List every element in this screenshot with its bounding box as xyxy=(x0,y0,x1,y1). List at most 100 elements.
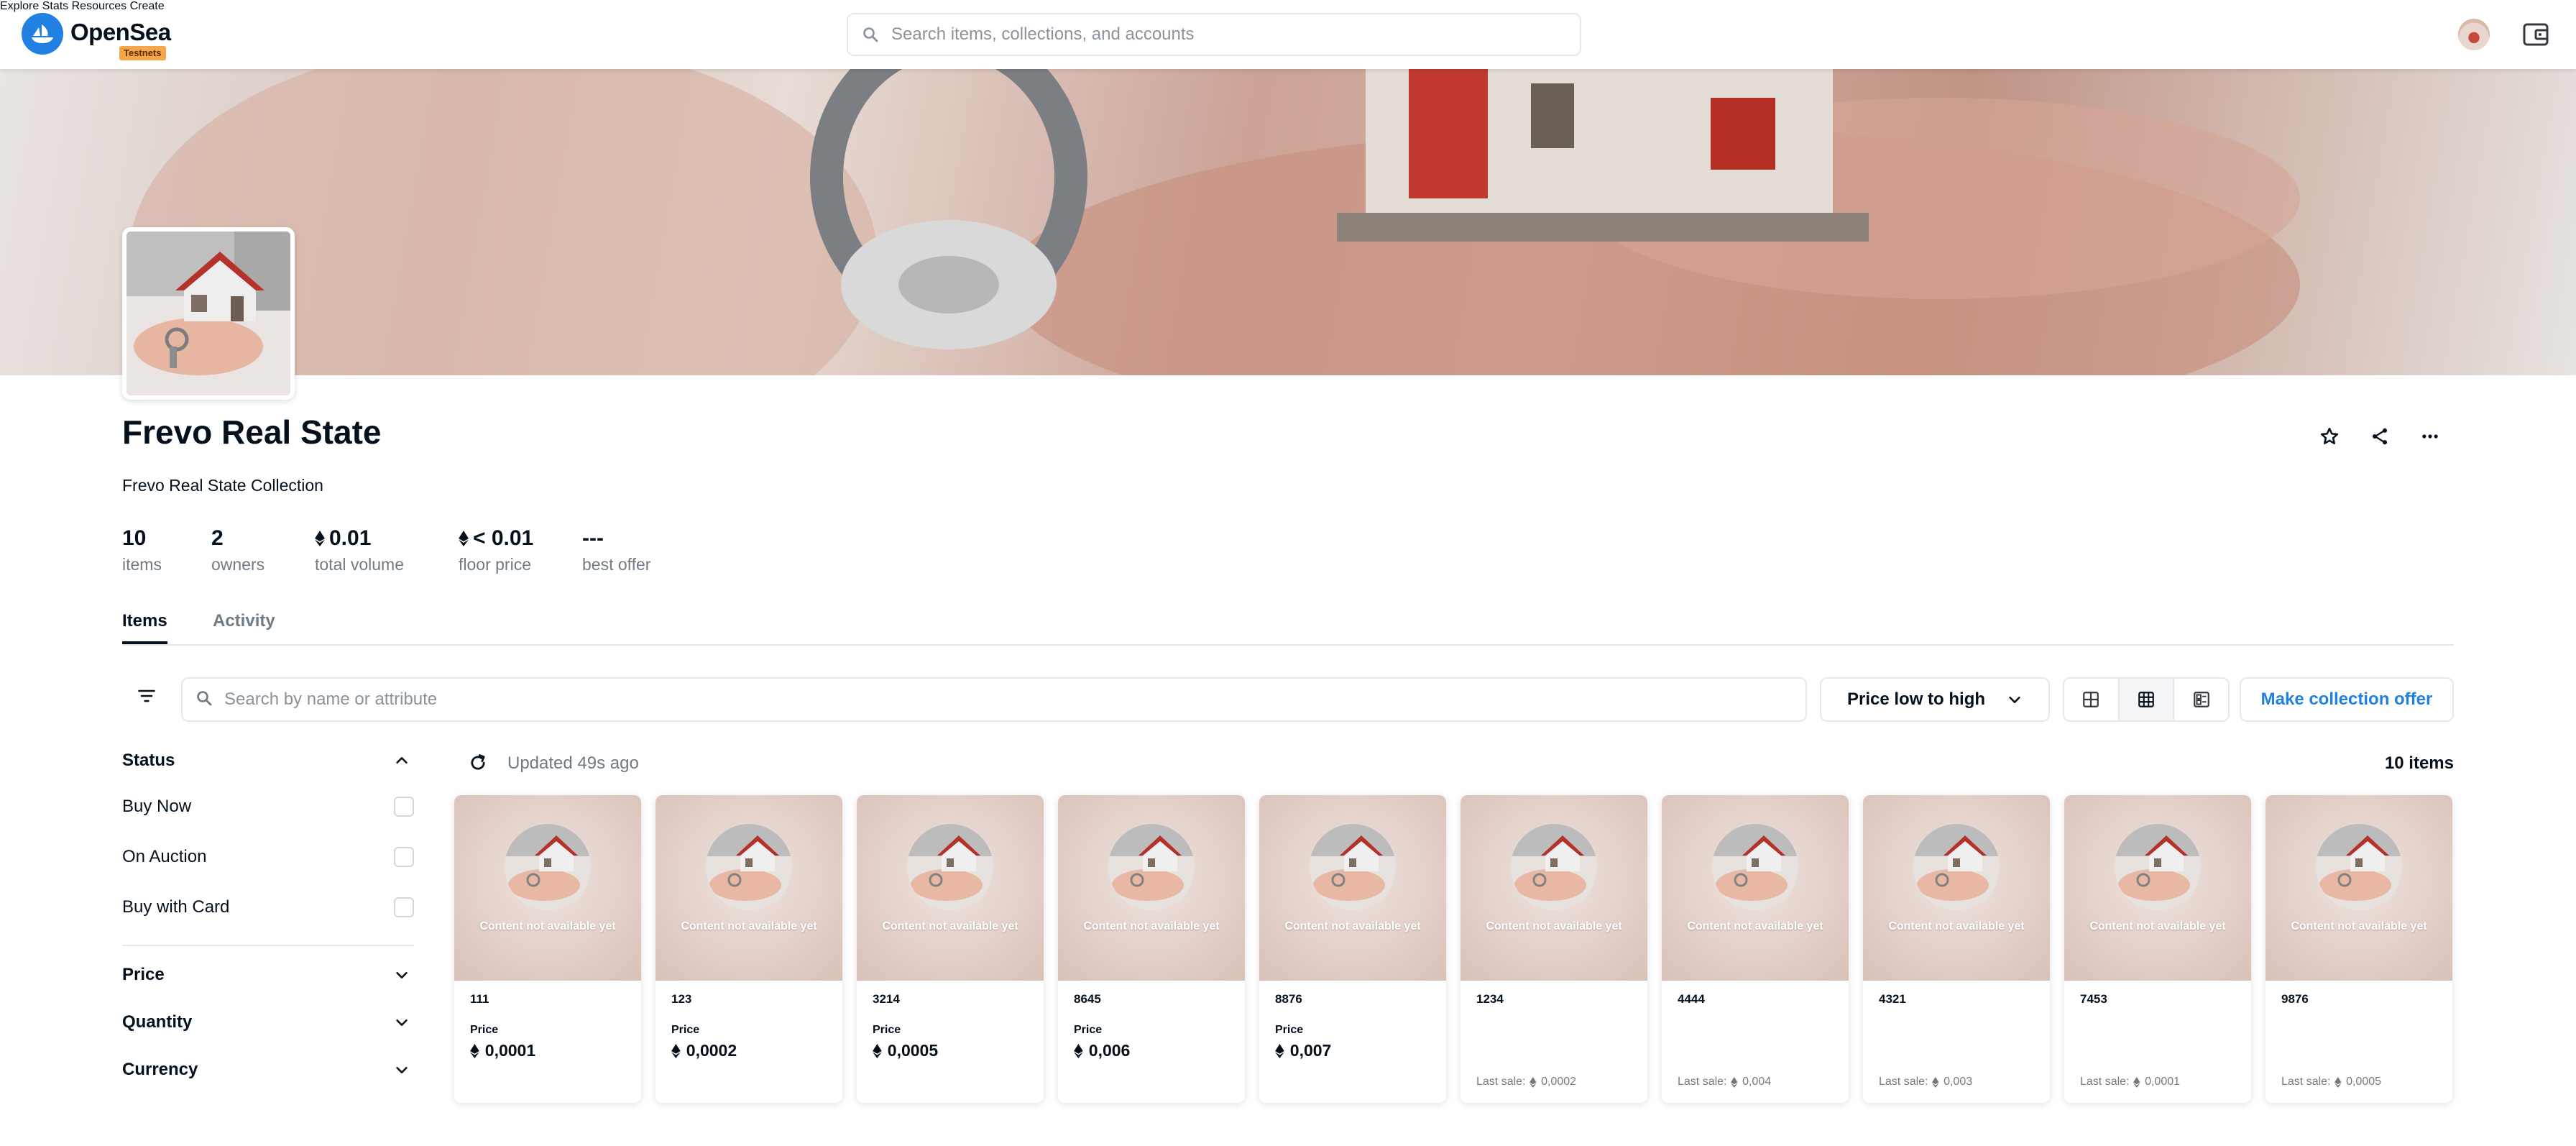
chevron-up-icon xyxy=(396,757,408,764)
search-icon xyxy=(860,24,881,45)
refresh-button[interactable] xyxy=(466,751,490,775)
view-list-button[interactable] xyxy=(2174,679,2228,720)
item-search-input[interactable] xyxy=(223,689,1806,710)
last-sale: Last sale: 0,003 xyxy=(1879,1076,1972,1088)
nft-media[interactable]: Content not available yet xyxy=(2064,795,2251,981)
items-count: 10 items xyxy=(2384,753,2454,773)
stat-label: best offer xyxy=(582,555,651,574)
price-filter-header[interactable]: Price xyxy=(122,965,410,985)
nav-explore[interactable]: Explore xyxy=(0,0,39,12)
nft-name: 4444 xyxy=(1678,992,1705,1006)
main-nav: Explore Stats Resources Create xyxy=(0,0,2576,13)
global-search-bar[interactable] xyxy=(847,13,1581,56)
nft-name: 111 xyxy=(470,992,489,1006)
nft-media[interactable]: Content not available yet xyxy=(454,795,641,981)
item-search-bar[interactable] xyxy=(181,677,1807,722)
last-sale: Last sale: 0,0005 xyxy=(2281,1076,2381,1088)
quantity-filter-header[interactable]: Quantity xyxy=(122,1012,410,1032)
wallet-icon[interactable] xyxy=(2521,20,2550,49)
price-filter-title: Price xyxy=(122,965,165,984)
avatar[interactable] xyxy=(2458,19,2490,50)
last-sale: Last sale: 0,004 xyxy=(1678,1076,1771,1088)
price-label: Price xyxy=(470,1024,499,1036)
share-icon[interactable] xyxy=(2366,423,2393,450)
nft-name: 8876 xyxy=(1275,992,1302,1006)
nft-card[interactable]: Content not available yet 4321 Last sale: 0… xyxy=(1863,795,2050,1103)
nft-card[interactable]: Content not available yet 8645 Price 0,006 xyxy=(1058,795,1245,1103)
view-small-grid-button[interactable] xyxy=(2119,679,2175,720)
nft-thumbnail xyxy=(1913,824,2000,910)
nft-media[interactable]: Content not available yet xyxy=(656,795,842,981)
last-sale-value: 0,004 xyxy=(1742,1076,1772,1088)
nav-resources[interactable]: Resources xyxy=(72,0,126,12)
tab-items[interactable]: Items xyxy=(122,611,167,644)
nft-card[interactable]: Content not available yet 8876 Price 0,007 xyxy=(1259,795,1446,1103)
nft-name: 4321 xyxy=(1879,992,1906,1006)
last-sale: Last sale: 0,0002 xyxy=(1476,1076,1576,1088)
status-filter-header[interactable]: Status xyxy=(122,751,410,771)
eth-icon xyxy=(1932,1076,1940,1088)
nft-card[interactable]: Content not available yet 1234 Last sale: 0… xyxy=(1460,795,1647,1103)
tab-activity[interactable]: Activity xyxy=(213,611,275,641)
nft-media[interactable]: Content not available yet xyxy=(1259,795,1446,981)
eth-icon xyxy=(470,1043,479,1058)
stat-best-offer: --- best offer xyxy=(582,526,650,574)
chevron-down-icon xyxy=(2009,696,2020,703)
status-option-buy-with-card[interactable]: Buy with Card xyxy=(122,897,414,917)
opensea-logo-icon[interactable] xyxy=(22,13,63,55)
testnets-badge: Testnets xyxy=(119,46,166,60)
quantity-filter-title: Quantity xyxy=(122,1012,193,1032)
nft-name: 9876 xyxy=(2281,992,2309,1006)
nft-card[interactable]: Content not available yet 4444 Last sale: 0… xyxy=(1662,795,1849,1103)
nft-media[interactable]: Content not available yet xyxy=(857,795,1044,981)
checkbox[interactable] xyxy=(394,847,414,867)
nav-create[interactable]: Create xyxy=(130,0,165,12)
nft-card[interactable]: Content not available yet 9876 Last sale: 0… xyxy=(2266,795,2452,1103)
stat-owners: 2 owners xyxy=(211,526,264,574)
eth-icon xyxy=(459,531,469,546)
nft-name: 1234 xyxy=(1476,992,1504,1006)
nft-thumbnail xyxy=(706,824,792,910)
stat-label: items xyxy=(122,555,162,574)
checkbox[interactable] xyxy=(394,897,414,917)
sidebar-divider xyxy=(122,945,414,946)
nft-thumbnail xyxy=(2115,824,2201,910)
content-unavailable-label: Content not available yet xyxy=(479,920,616,932)
eth-icon xyxy=(1074,1043,1083,1058)
nft-thumbnail xyxy=(907,824,993,910)
nft-card[interactable]: Content not available yet 111 Price 0,0001 xyxy=(454,795,641,1103)
brand-name[interactable]: OpenSea xyxy=(70,19,171,46)
status-option-buy-now[interactable]: Buy Now xyxy=(122,797,414,817)
nft-media[interactable]: Content not available yet xyxy=(1662,795,1849,981)
sort-dropdown[interactable]: Price low to high xyxy=(1820,677,2050,722)
stat-value: --- xyxy=(582,526,604,550)
last-sale-value: 0,003 xyxy=(1944,1076,1973,1088)
sort-selected-value: Price low to high xyxy=(1847,689,1986,709)
nft-media[interactable]: Content not available yet xyxy=(1460,795,1647,981)
make-collection-offer-button[interactable]: Make collection offer xyxy=(2240,677,2454,722)
collection-description: Frevo Real State Collection xyxy=(122,476,323,495)
nft-card[interactable]: Content not available yet 7453 Last sale: 0… xyxy=(2064,795,2251,1103)
more-icon[interactable] xyxy=(2416,423,2444,450)
content-unavailable-label: Content not available yet xyxy=(1486,920,1622,932)
status-option-on-auction[interactable]: On Auction xyxy=(122,847,414,867)
price-value: 0,006 xyxy=(1088,1041,1131,1060)
nft-price: 0,0001 xyxy=(470,1041,535,1060)
nft-name: 3214 xyxy=(873,992,900,1006)
nav-stats[interactable]: Stats xyxy=(42,0,68,12)
nft-card[interactable]: Content not available yet 3214 Price 0,0005 xyxy=(857,795,1044,1103)
nft-media[interactable]: Content not available yet xyxy=(1863,795,2050,981)
star-icon[interactable] xyxy=(2316,423,2343,450)
nft-card[interactable]: Content not available yet 123 Price 0,0002 xyxy=(656,795,842,1103)
nft-price: 0,007 xyxy=(1275,1041,1331,1060)
currency-filter-header[interactable]: Currency xyxy=(122,1060,410,1080)
view-large-grid-button[interactable] xyxy=(2064,679,2120,720)
grid-large-icon xyxy=(2083,692,2099,707)
global-search-input[interactable] xyxy=(890,24,1580,45)
nft-media[interactable]: Content not available yet xyxy=(2266,795,2452,981)
checkbox[interactable] xyxy=(394,797,414,817)
filter-toggle-button[interactable] xyxy=(129,679,164,713)
nft-media[interactable]: Content not available yet xyxy=(1058,795,1245,981)
stat-label: owners xyxy=(211,555,265,574)
stat-label: floor price xyxy=(459,555,531,574)
